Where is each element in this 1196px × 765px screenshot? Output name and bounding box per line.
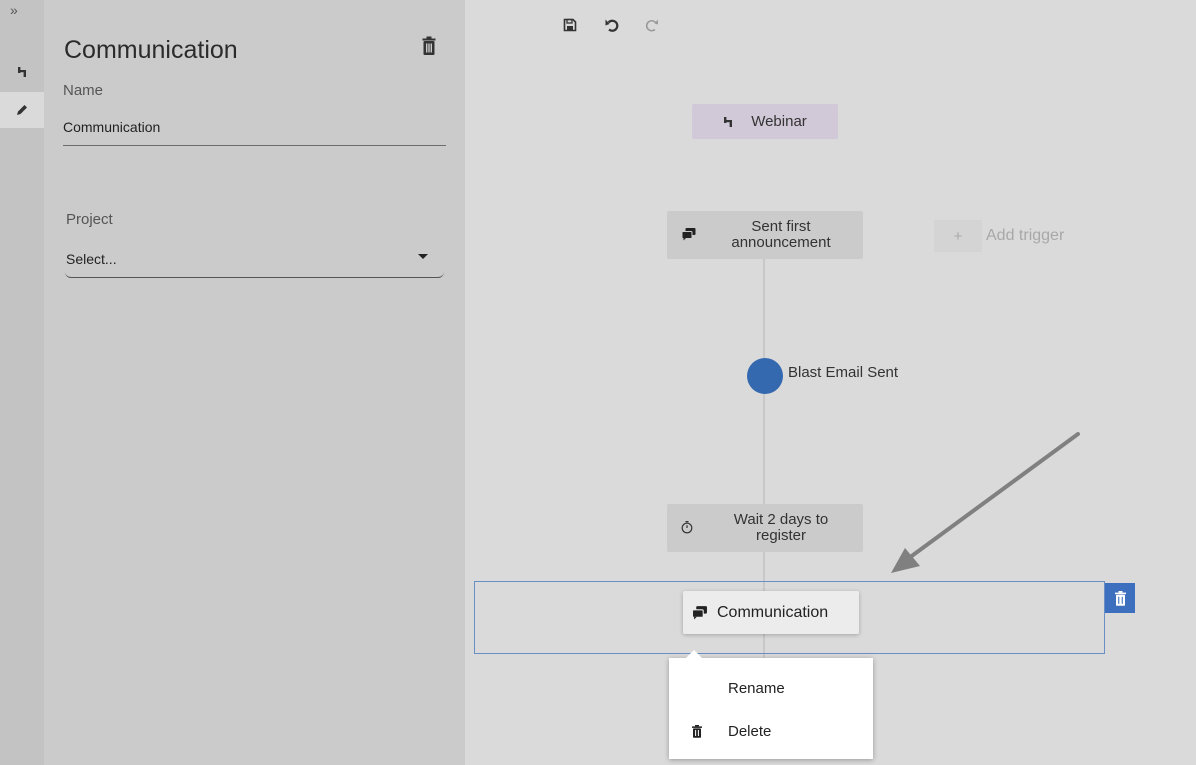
node-label: Sent first announcement (731, 218, 831, 251)
trash-icon (422, 36, 436, 55)
trigger-node-webinar[interactable]: Webinar (692, 104, 838, 139)
add-trigger-button[interactable]: + Add trigger (934, 220, 1074, 252)
left-rail: » (0, 0, 44, 765)
rail-item-flow[interactable] (0, 54, 44, 90)
save-icon (563, 18, 577, 32)
undo-icon (605, 19, 619, 32)
chat-icon (681, 227, 697, 245)
plus-icon: + (934, 220, 982, 252)
delete-selection-button[interactable] (1105, 583, 1135, 613)
flow-icon (18, 67, 26, 77)
add-trigger-label: Add trigger (986, 227, 1065, 244)
event-label: Blast Email Sent (788, 364, 899, 381)
rename-label: Rename (728, 679, 785, 697)
undo-button[interactable] (601, 14, 623, 36)
context-menu: Rename Delete (669, 650, 873, 759)
properties-panel: Communication Name Project Select... (44, 0, 465, 765)
event-node[interactable] (747, 358, 783, 394)
step-node-announcement[interactable]: Sent first announcement (667, 211, 863, 259)
context-menu-pointer (686, 650, 702, 658)
delete-node-button[interactable] (422, 36, 440, 58)
pencil-icon (17, 105, 27, 115)
annotation-arrow (891, 432, 1080, 573)
expand-icon[interactable]: » (10, 2, 18, 18)
redo-button[interactable] (641, 14, 663, 36)
trash-icon (1114, 590, 1126, 606)
flow-icon (724, 116, 733, 127)
name-input[interactable] (63, 108, 446, 146)
name-label: Name (63, 82, 104, 99)
save-button[interactable] (559, 14, 581, 36)
wait-node[interactable]: Wait 2 days to register (667, 504, 863, 552)
delete-label: Delete (728, 722, 772, 740)
node-label: Communication (717, 603, 829, 621)
project-select[interactable]: Select... (65, 240, 444, 278)
project-select-value: Select... (66, 250, 117, 267)
context-menu-delete[interactable]: Delete (669, 711, 873, 751)
timer-icon (681, 520, 693, 538)
context-menu-rename[interactable]: Rename (669, 668, 873, 708)
node-label: Webinar (751, 113, 807, 130)
panel-title: Communication (64, 36, 238, 64)
chat-icon (691, 605, 709, 625)
connector-line (763, 393, 765, 505)
step-node-communication[interactable]: Communication (683, 591, 859, 634)
rail-item-edit[interactable] (0, 92, 44, 128)
project-label: Project (66, 211, 113, 228)
redo-icon (645, 19, 658, 32)
chevron-down-icon (418, 254, 428, 259)
node-label: Wait 2 days to register (733, 511, 829, 544)
trash-icon (692, 725, 702, 742)
flow-canvas[interactable]: Webinar Sent first announcement + Add tr… (465, 0, 1196, 765)
connector-line (763, 259, 765, 359)
